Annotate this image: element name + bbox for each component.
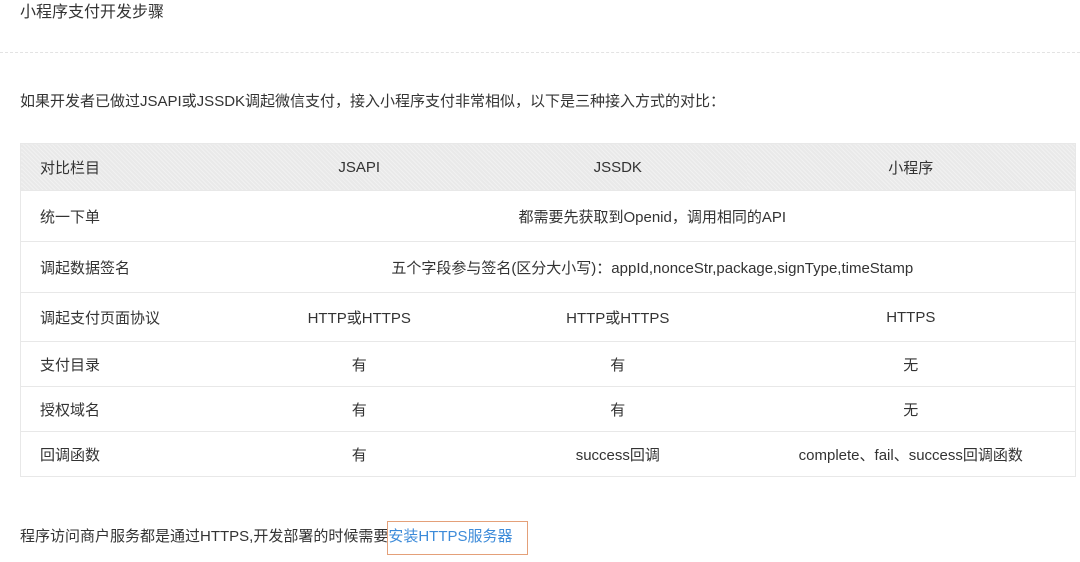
row-label: 回调函数 [40, 446, 101, 464]
document-page: 小程序支付开发步骤 如果开发者已做过JSAPI或JSSDK调起微信支付，接入小程… [0, 0, 1080, 562]
table-row: 调起支付页面协议 HTTP或HTTPS HTTP或HTTPS HTTPS [20, 292, 1076, 342]
cell-jssdk: 有 [489, 341, 747, 387]
header-cell-category: 对比栏目 [20, 143, 230, 191]
cell-miniprogram: HTTPS [746, 292, 1076, 342]
cell-miniprogram: 无 [746, 386, 1076, 432]
row-label: 统一下单 [20, 190, 230, 242]
title-divider [0, 52, 1080, 53]
table-row: 调起数据签名 五个字段参与签名(区分大小写)：appId,nonceStr,pa… [20, 241, 1076, 293]
table-header-row: 对比栏目 JSAPI JSSDK 小程序 [20, 143, 1076, 191]
install-https-server-link[interactable]: 安装HTTPS服务器 [387, 521, 528, 555]
header-cell-jssdk: JSSDK [489, 143, 747, 191]
table-row: 授权域名 有 有 无 [20, 386, 1076, 432]
comparison-table: 对比栏目 JSAPI JSSDK 小程序 统一下单 都需要先获取到Openid，… [20, 143, 1076, 477]
cell-miniprogram: complete、fail、success回调函数 [798, 446, 1023, 464]
cell-miniprogram: 无 [746, 341, 1076, 387]
cell-jsapi: 有 [351, 446, 367, 464]
page-title: 小程序支付开发步骤 [20, 4, 165, 21]
cell-jssdk: success回调 [575, 446, 660, 464]
intro-paragraph: 如果开发者已做过JSAPI或JSSDK调起微信支付，接入小程序支付非常相似，以下… [20, 93, 726, 110]
table-row: 回调函数 有 success回调 complete、fail、success回调… [21, 432, 1076, 477]
row-label: 调起数据签名 [20, 241, 230, 293]
row-label: 授权域名 [20, 386, 230, 432]
header-cell-jsapi: JSAPI [229, 143, 490, 191]
cell-jssdk: HTTP或HTTPS [489, 292, 747, 342]
header-cell-miniprogram: 小程序 [746, 143, 1076, 191]
cell-jssdk: 有 [489, 386, 747, 432]
row-label: 调起支付页面协议 [20, 292, 230, 342]
cell-jsapi: 有 [229, 386, 490, 432]
footer-paragraph: 程序访问商户服务都是通过HTTPS,开发部署的时候需要安装HTTPS服务器 [20, 521, 528, 555]
table-row: 统一下单 都需要先获取到Openid，调用相同的API [20, 190, 1076, 242]
cell-jsapi: 有 [229, 341, 490, 387]
merged-cell: 五个字段参与签名(区分大小写)：appId,nonceStr,package,s… [229, 241, 1076, 293]
footer-text: 程序访问商户服务都是通过HTTPS,开发部署的时候需要 [20, 528, 389, 545]
table-row: 支付目录 有 有 无 [20, 341, 1076, 387]
row-label: 支付目录 [20, 341, 230, 387]
cell-jsapi: HTTP或HTTPS [229, 292, 490, 342]
merged-cell: 都需要先获取到Openid，调用相同的API [229, 190, 1076, 242]
